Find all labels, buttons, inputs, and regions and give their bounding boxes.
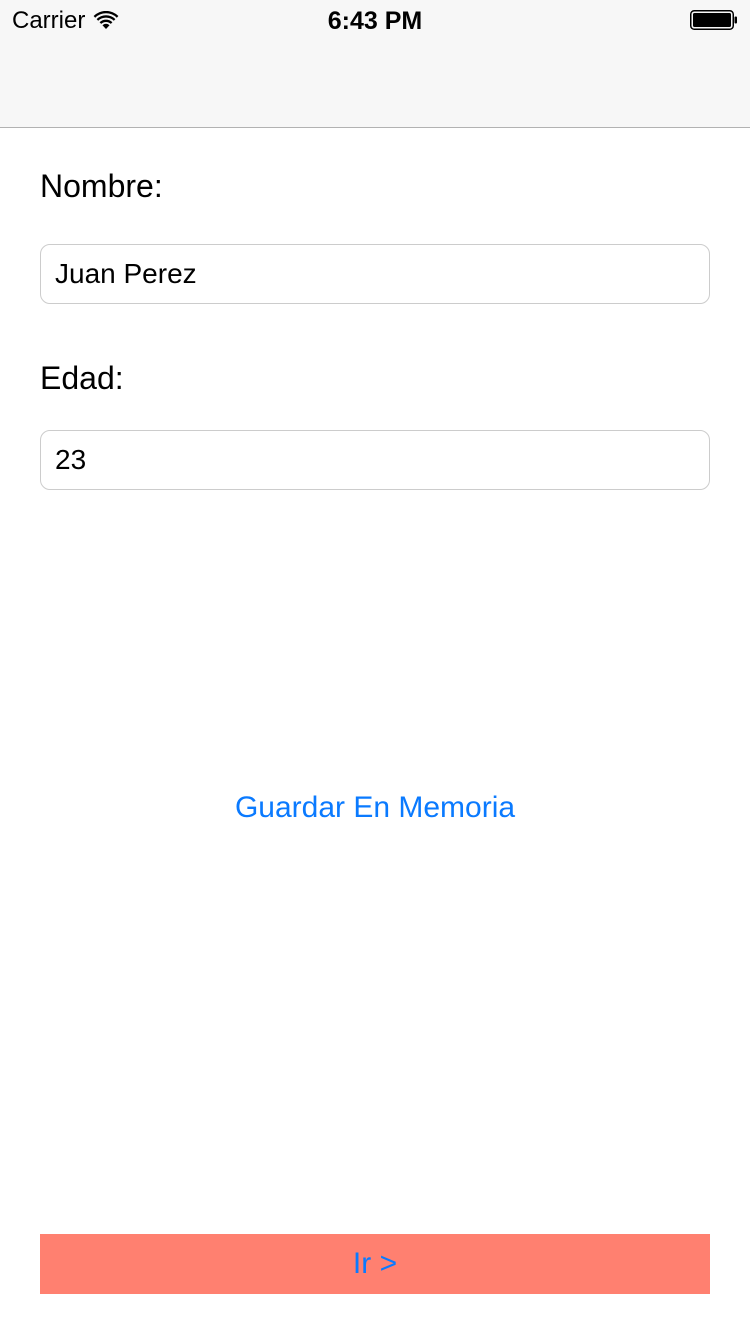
name-label: Nombre:: [40, 168, 163, 204]
status-time: 6:43 PM: [327, 7, 423, 35]
age-field[interactable]: 23: [40, 430, 710, 490]
navigation-bar: Carrier 6:43 PM: [0, 0, 750, 128]
battery-icon: [690, 10, 737, 30]
name-field-value: Juan Perez: [55, 258, 197, 289]
go-button[interactable]: Ir >: [40, 1234, 710, 1294]
save-to-memory-button[interactable]: Guardar En Memoria: [0, 788, 750, 828]
age-field-value: 23: [55, 444, 87, 475]
age-label: Edad:: [40, 360, 124, 396]
status-bar: Carrier 6:43 PM: [0, 0, 750, 40]
name-field[interactable]: Juan Perez: [40, 244, 710, 304]
